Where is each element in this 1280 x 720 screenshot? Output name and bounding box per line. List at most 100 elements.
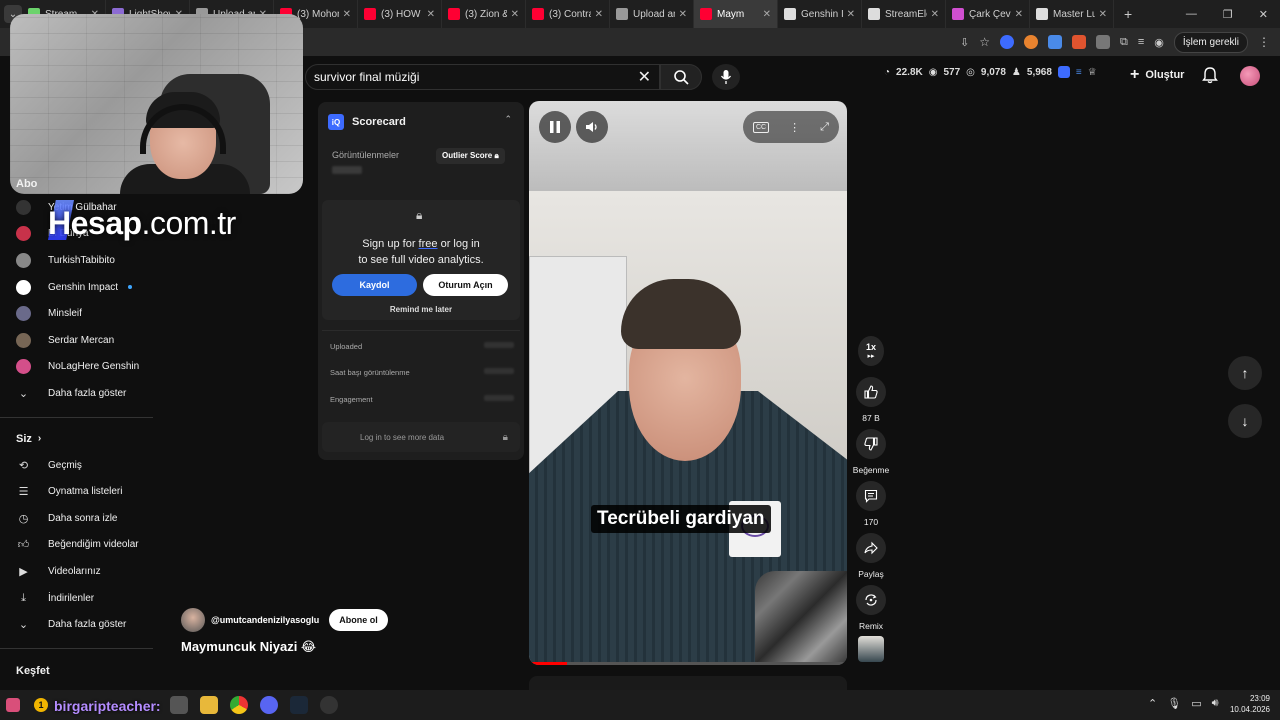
extension-icon[interactable] [1071,35,1086,49]
browser-tab[interactable]: (3) HOW T ✕ [358,0,442,28]
outlier-score-badge[interactable]: Outlier Score 🔒︎ [436,148,505,164]
remix-button[interactable] [856,585,886,615]
remind-later-link[interactable]: Remind me later [318,305,524,314]
subscription-item[interactable]: Serdar Mercan [0,327,155,354]
extensions-puzzle-icon[interactable]: ⧉ [1120,36,1128,49]
channel-avatar[interactable] [181,608,205,632]
show-more-you[interactable]: ⌄ Daha fazla göster [0,611,155,638]
you-item[interactable]: ◷ Daha sonra izle [0,505,155,532]
fullscreen-icon[interactable]: ⤢ [820,121,829,134]
notification-badge-icon[interactable]: 1 [34,698,48,712]
voice-search-button[interactable] [712,64,740,90]
profile-icon[interactable]: ◉ [1154,36,1164,49]
chrome-icon[interactable] [230,696,248,714]
extension-icon[interactable] [1095,35,1110,49]
create-button[interactable]: + Oluştur [1130,66,1184,84]
minimize-icon[interactable]: — [1186,8,1197,21]
volume-button[interactable] [576,111,608,143]
notifications-button[interactable] [1202,66,1218,89]
discord-icon[interactable] [260,696,278,714]
show-more-subscriptions[interactable]: ⌄ Daha fazla göster [0,380,155,407]
shorts-video-player[interactable]: Tecrübeli gardiyan CC ⋮ ⤢ [529,101,847,665]
browser-tab[interactable]: Upload an ✕ [610,0,694,28]
more-data-row[interactable]: Log in to see more data 🔒︎ [322,422,520,452]
close-tab-icon[interactable]: ✕ [595,9,603,20]
you-item[interactable]: ☰ Oynatma listeleri [0,478,155,505]
file-explorer-icon[interactable] [200,696,218,714]
subscription-item[interactable]: Minsleif [0,300,155,327]
extension-icon[interactable] [999,35,1014,49]
extension-icon[interactable] [1057,66,1070,78]
close-tab-icon[interactable]: ✕ [511,9,519,20]
install-app-icon[interactable]: ⇩ [960,36,969,49]
subscription-item[interactable]: TurkishTabibito [0,247,155,274]
previous-short-button[interactable]: ↑ [1228,356,1262,390]
you-item[interactable]: ⟲ Geçmiş [0,452,155,479]
extension-icon[interactable] [1023,35,1038,49]
subscription-item[interactable]: Genshin Impact [0,274,155,301]
close-tab-icon[interactable]: ✕ [931,9,939,20]
video-title[interactable]: Maymuncuk Niyazi 😂 [181,639,316,655]
browser-menu-icon[interactable]: ⋮ [1258,35,1270,49]
account-avatar[interactable] [1240,66,1260,86]
list-icon[interactable]: ≡ [1076,67,1082,78]
share-button[interactable] [856,533,886,563]
speaker-icon[interactable]: 🔊︎ [1212,697,1219,710]
network-icon[interactable]: ▭ [1191,697,1201,710]
close-tab-icon[interactable]: ✕ [847,9,855,20]
close-tab-icon[interactable]: ✕ [763,9,771,20]
taskbar-widget-icon[interactable] [6,698,20,712]
app-icon[interactable] [170,696,188,714]
playback-speed-button[interactable]: 1x ▸▸ [858,336,884,366]
subscribe-button[interactable]: Abone ol [329,609,388,631]
browser-tab[interactable]: Maym ✕ [694,0,778,28]
like-button[interactable] [856,377,886,407]
you-item[interactable]: ▶ Videolarınız [0,558,155,585]
collapse-chevron-icon[interactable]: ⌃ [504,114,512,125]
dislike-button[interactable] [856,429,886,459]
you-item[interactable]: ⤓ İndirilenler [0,585,155,612]
restore-icon[interactable]: ❐ [1223,8,1233,21]
extension-icon[interactable] [1047,35,1062,49]
taskbar-clock[interactable]: 23:09 10.04.2026 [1226,693,1270,715]
close-tab-icon[interactable]: ✕ [427,9,435,20]
search-input[interactable]: survivor final müziği ✕ [305,64,660,90]
action-required-button[interactable]: İşlem gerekli [1173,31,1248,53]
channel-handle[interactable]: @umutcandenizilyasoglu [211,615,319,625]
pause-button[interactable] [539,111,571,143]
media-control-icon[interactable]: ≡ [1138,36,1144,48]
browser-tab[interactable]: Genshin Im ✕ [778,0,862,28]
register-button[interactable]: Kaydol [332,274,417,296]
close-window-icon[interactable]: ✕ [1259,8,1268,21]
next-short-button[interactable]: ↓ [1228,404,1262,438]
close-tab-icon[interactable]: ✕ [1015,9,1023,20]
browser-tab[interactable]: StreamEle ✕ [862,0,946,28]
search-button[interactable] [660,64,702,90]
you-section-heading[interactable]: Siz › [0,426,155,452]
browser-tab[interactable]: Master Lu ✕ [1030,0,1114,28]
close-tab-icon[interactable]: ✕ [1099,9,1107,20]
close-tab-icon[interactable]: ✕ [343,9,351,20]
bookmark-star-icon[interactable]: ☆ [979,35,990,49]
signup-free-link[interactable]: free [419,238,438,250]
login-button[interactable]: Oturum Açın [423,274,508,296]
microphone-icon[interactable]: 🎙︎ [1167,697,1181,710]
comment-button[interactable] [856,481,886,511]
obs-icon[interactable] [320,696,338,714]
captions-icon[interactable]: CC [753,121,770,133]
subscription-item[interactable]: NoLagHere Genshin [0,354,155,381]
close-tab-icon[interactable]: ✕ [679,9,687,20]
browser-tab[interactable]: Çark Çevir ✕ [946,0,1030,28]
next-short-preview[interactable] [529,676,847,690]
you-item[interactable]: 👍︎ Beğendiğim videolar [0,532,155,559]
clear-search-icon[interactable]: ✕ [638,67,651,87]
steam-icon[interactable] [290,696,308,714]
browser-tab[interactable]: (3) Zion & ✕ [442,0,526,28]
new-tab-button[interactable]: + [1124,6,1132,22]
more-options-icon[interactable]: ⋮ [789,121,800,134]
browser-tab[interactable]: (3) Contra ✕ [526,0,610,28]
video-progress-bar[interactable] [529,662,847,665]
chevron-up-icon[interactable]: ⌃ [1148,697,1157,710]
trophy-icon[interactable]: ♕ [1088,67,1097,78]
audio-source-thumbnail[interactable] [858,636,884,662]
